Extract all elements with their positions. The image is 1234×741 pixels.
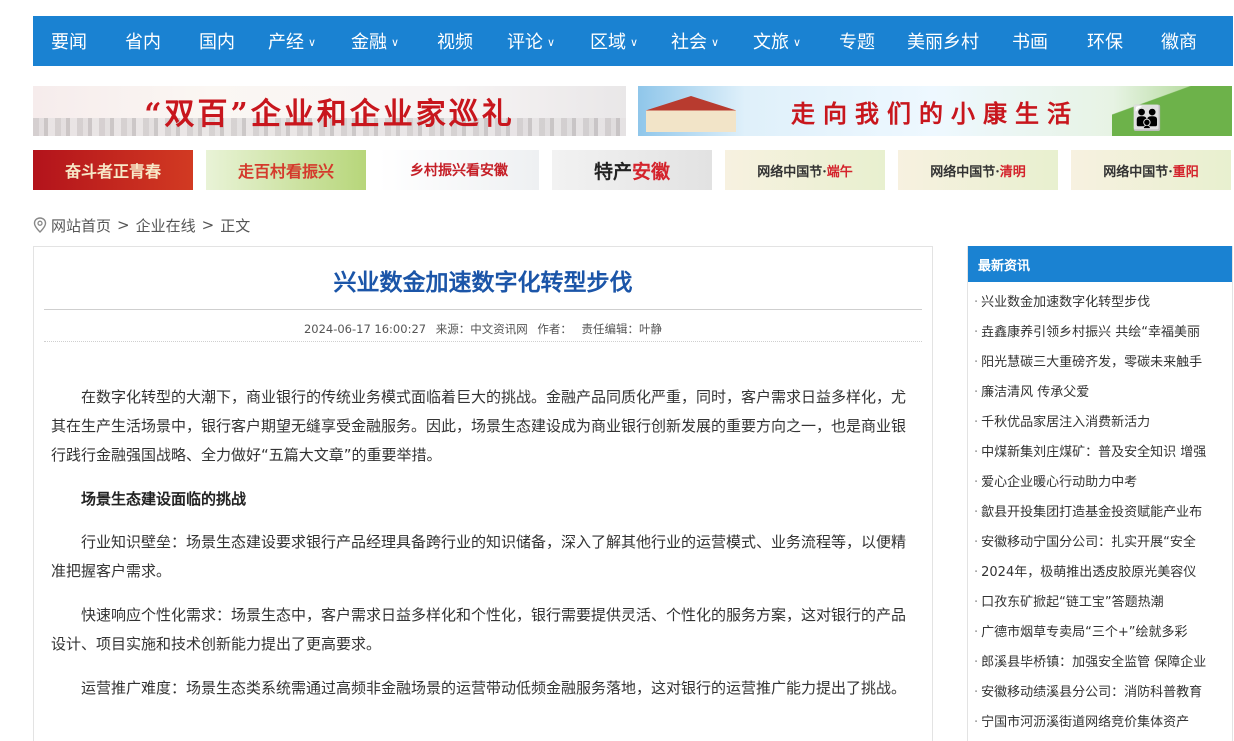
banner-zoubaicun[interactable]: 走百村看振兴 <box>206 150 366 190</box>
article-paragraph: 行业知识壁垒：场景生态建设要求银行产品经理具备跨行业的知识储备，深入了解其他行业… <box>51 533 907 580</box>
article-meta: 2024-06-17 16:00:27 来源：中文资讯网 作者： 责任编辑：叶静 <box>34 321 932 337</box>
banner-duanwu[interactable]: 网络中国节· 端午 <box>725 150 885 190</box>
article-subheading: 场景生态建设面临的挑战 <box>81 490 247 508</box>
nav-item-书画[interactable]: 书画 <box>1012 16 1048 66</box>
banner-fendouzhe[interactable]: 奋斗者正青春 <box>33 150 193 190</box>
title-divider <box>44 309 922 310</box>
nav-item-区域[interactable]: 区域 ∨ <box>590 16 638 66</box>
breadcrumb-separator: > <box>117 216 130 234</box>
banner-shuangbai[interactable]: “双百”企业和企业家巡礼 <box>33 86 626 136</box>
banner-xiangcun-zhenxing[interactable]: 乡村振兴看安徽 <box>379 150 539 190</box>
article-editor: 责任编辑：叶静 <box>581 322 663 336</box>
article-date: 2024-06-17 16:00:27 <box>303 322 427 336</box>
article-body: 在数字化转型的大潮下，商业银行的传统业务模式面临着巨大的挑战。金融产品同质化严重… <box>51 383 917 718</box>
banner-row-small: 奋斗者正青春 走百村看振兴 乡村振兴看安徽 特产 安徽 网络中国节· 端午 网络中国… <box>33 150 1233 190</box>
chevron-down-icon: ∨ <box>630 35 639 49</box>
nav-item-省内[interactable]: 省内 <box>125 16 161 66</box>
news-list-item[interactable]: · 廉洁清风 传承父爱 <box>968 378 1232 408</box>
nav-item-美丽乡村[interactable]: 美丽乡村 <box>907 16 979 66</box>
chevron-down-icon: ∨ <box>547 35 556 49</box>
meta-divider <box>44 341 922 342</box>
article-panel: 兴业数金加速数字化转型步伐 2024-06-17 16:00:27 来源：中文资… <box>33 246 933 741</box>
news-list-item[interactable]: · 中煤新集刘庄煤矿：普及安全知识 增强 <box>968 438 1232 468</box>
hill-graphic <box>1112 86 1232 136</box>
nav-item-社会[interactable]: 社会 ∨ <box>671 16 719 66</box>
location-pin-icon <box>33 217 47 233</box>
news-list-item[interactable]: · 兴业数金加速数字化转型步伐 <box>968 288 1232 318</box>
breadcrumb-current: 正文 <box>220 216 251 235</box>
news-list-item[interactable]: · 垚鑫康养引领乡村振兴 共绘“幸福美丽 <box>968 318 1232 348</box>
banner-techan-anhui[interactable]: 特产 安徽 <box>552 150 712 190</box>
chevron-down-icon: ∨ <box>391 35 400 49</box>
news-list-item[interactable]: · 宁国市河沥溪街道网络竞价集体资产 <box>968 708 1232 738</box>
nav-item-金融[interactable]: 金融 ∨ <box>351 16 399 66</box>
nav-item-评论[interactable]: 评论 ∨ <box>507 16 555 66</box>
news-list-item[interactable]: · 爱心企业暖心行动助力中考 <box>968 468 1232 498</box>
news-list-item[interactable]: · 安徽移动绩溪县分公司：消防科普教育 <box>968 678 1232 708</box>
nav-item-视频[interactable]: 视频 <box>437 16 473 66</box>
nav-item-徽商[interactable]: 徽商 <box>1161 16 1197 66</box>
main-nav: 要闻 省内 国内 产经 ∨ 金融 ∨ 视频 评论 ∨ 区域 ∨ 社会 ∨ 文旅 ∨ 专题 美… <box>33 16 1233 66</box>
nav-item-文旅[interactable]: 文旅 ∨ <box>753 16 801 66</box>
breadcrumb-separator: > <box>201 216 215 234</box>
banner-qingming[interactable]: 网络中国节· 清明 <box>898 150 1058 190</box>
news-list-item[interactable]: · 歙县开投集团打造基金投资赋能产业布 <box>968 498 1232 528</box>
article-paragraph: 在数字化转型的大潮下，商业银行的传统业务模式面临着巨大的挑战。金融产品同质化严重… <box>51 388 907 464</box>
nav-item-国内[interactable]: 国内 <box>199 16 235 66</box>
article-title: 兴业数金加速数字化转型步伐 <box>333 270 633 296</box>
news-list-item[interactable]: · 广德市烟草专卖局“三个+”绘就多彩 <box>968 618 1232 648</box>
news-list-item[interactable]: · 安徽移动宁国分公司：扎实开展“安全 <box>968 528 1232 558</box>
nav-item-产经[interactable]: 产经 ∨ <box>268 16 316 66</box>
breadcrumb: 网站首页 > 企业在线 > 正文 <box>33 214 250 236</box>
chevron-down-icon: ∨ <box>793 35 802 49</box>
news-list-item[interactable]: · 千秋优品家居注入消费新活力 <box>968 408 1232 438</box>
chevron-down-icon: ∨ <box>308 35 317 49</box>
house-graphic <box>646 96 736 132</box>
news-list-item[interactable]: · 口孜东矿掀起“链工宝”答题热潮 <box>968 588 1232 618</box>
chevron-down-icon: ∨ <box>711 35 720 49</box>
breadcrumb-home[interactable]: 网站首页 <box>51 215 111 236</box>
latest-news-sidebar: 最新资讯 · 兴业数金加速数字化转型步伐 · 垚鑫康养引领乡村振兴 共绘“幸福美丽 … <box>967 246 1233 741</box>
news-list-item[interactable]: · 郎溪县毕桥镇：加强安全监管 保障企业 <box>968 648 1232 678</box>
banner-xiaokang[interactable]: 👪 走向我们的小康生活 <box>638 86 1232 136</box>
nav-item-专题[interactable]: 专题 <box>839 16 875 66</box>
family-icon: 👪 <box>1132 104 1162 132</box>
article-author: 作者： <box>537 322 572 336</box>
breadcrumb-section[interactable]: 企业在线 <box>136 215 196 236</box>
nav-item-环保[interactable]: 环保 <box>1087 16 1123 66</box>
banner-chongyang[interactable]: 网络中国节· 重阳 <box>1071 150 1231 190</box>
sidebar-title: 最新资讯 <box>968 246 1232 282</box>
article-source: 来源：中文资讯网 <box>435 322 528 336</box>
article-paragraph: 快速响应个性化需求：场景生态中，客户需求日益多样化和个性化，银行需要提供灵活、个… <box>51 606 907 653</box>
news-list: · 兴业数金加速数字化转型步伐 · 垚鑫康养引领乡村振兴 共绘“幸福美丽 · 阳光慧碳… <box>968 282 1232 738</box>
banner-row-large: “双百”企业和企业家巡礼 👪 走向我们的小康生活 <box>33 86 1233 136</box>
article-paragraph: 运营推广难度：场景生态类系统需通过高频非金融场景的运营带动低频金融服务落地，这对… <box>81 679 907 697</box>
nav-item-要闻[interactable]: 要闻 <box>51 16 87 66</box>
news-list-item[interactable]: · 阳光慧碳三大重磅齐发，零碳未来触手 <box>968 348 1232 378</box>
news-list-item[interactable]: · 2024年，极萌推出透皮胶原光美容仪 <box>968 558 1232 588</box>
